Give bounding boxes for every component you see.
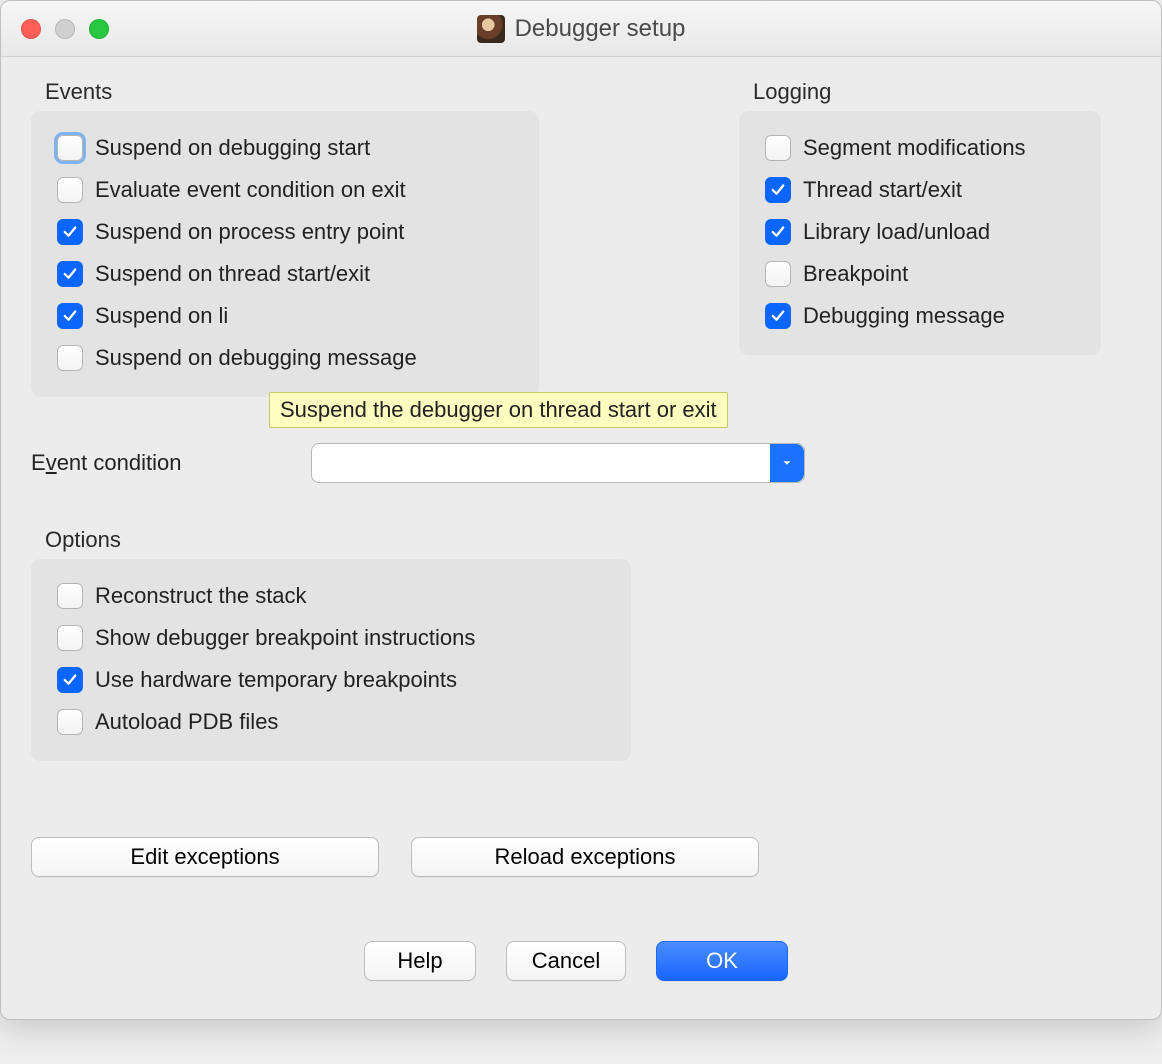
options-checkbox-row[interactable]: Use hardware temporary breakpoints	[57, 667, 605, 693]
logging-checkbox-row[interactable]: Thread start/exit	[765, 177, 1075, 203]
checkbox[interactable]	[57, 709, 83, 735]
event-condition-label: Event condition	[31, 450, 181, 476]
events-checkbox-row[interactable]: Suspend on debugging start	[57, 135, 513, 161]
checkbox[interactable]	[57, 303, 83, 329]
checkbox-label: Suspend on debugging message	[95, 345, 417, 371]
titlebar: Debugger setup	[1, 1, 1161, 57]
dialog-content: Events Suspend on debugging start Evalua…	[1, 57, 1161, 1019]
checkbox[interactable]	[765, 261, 791, 287]
exceptions-buttons-row: Edit exceptions Reload exceptions	[31, 837, 1131, 877]
checkbox[interactable]	[57, 219, 83, 245]
checkbox-label: Suspend on li	[95, 303, 228, 329]
checkbox[interactable]	[57, 261, 83, 287]
ok-button[interactable]: OK	[656, 941, 788, 981]
dialog-button-row: Help Cancel OK	[31, 941, 1121, 981]
options-group-label: Options	[45, 527, 1131, 553]
logging-checkbox-row[interactable]: Library load/unload	[765, 219, 1075, 245]
checkbox-label: Breakpoint	[803, 261, 908, 287]
logging-checkbox-row[interactable]: Segment modifications	[765, 135, 1075, 161]
checkbox-label: Suspend on thread start/exit	[95, 261, 370, 287]
checkbox[interactable]	[57, 345, 83, 371]
options-group: Options Reconstruct the stack Show debug…	[31, 527, 1131, 761]
checkbox[interactable]	[57, 135, 83, 161]
checkbox-label: Use hardware temporary breakpoints	[95, 667, 457, 693]
event-condition-combo[interactable]	[311, 443, 805, 483]
events-group-label: Events	[45, 79, 539, 105]
event-condition-dropdown-button[interactable]	[770, 444, 804, 482]
reload-exceptions-button[interactable]: Reload exceptions	[411, 837, 759, 877]
window-controls	[21, 19, 109, 39]
events-checkbox-row[interactable]: Evaluate event condition on exit	[57, 177, 513, 203]
checkbox[interactable]	[57, 625, 83, 651]
checkbox-label: Segment modifications	[803, 135, 1026, 161]
help-button[interactable]: Help	[364, 941, 476, 981]
checkbox[interactable]	[765, 177, 791, 203]
events-checkbox-row[interactable]: Suspend on debugging message	[57, 345, 513, 371]
minimize-window-button[interactable]	[55, 19, 75, 39]
window-title: Debugger setup	[515, 15, 686, 43]
checkbox-label: Suspend on debugging start	[95, 135, 370, 161]
checkbox[interactable]	[57, 177, 83, 203]
event-condition-row: Event condition	[31, 443, 1131, 483]
app-icon	[477, 15, 505, 43]
event-condition-input[interactable]	[312, 444, 770, 482]
cancel-button[interactable]: Cancel	[506, 941, 626, 981]
zoom-window-button[interactable]	[89, 19, 109, 39]
events-group: Events Suspend on debugging start Evalua…	[31, 79, 539, 397]
checkbox[interactable]	[57, 667, 83, 693]
options-checkbox-row[interactable]: Show debugger breakpoint instructions	[57, 625, 605, 651]
options-checkbox-row[interactable]: Reconstruct the stack	[57, 583, 605, 609]
logging-group: Logging Segment modifications Thread sta…	[739, 79, 1101, 355]
tooltip: Suspend the debugger on thread start or …	[269, 392, 728, 428]
checkbox-label: Show debugger breakpoint instructions	[95, 625, 475, 651]
close-window-button[interactable]	[21, 19, 41, 39]
options-checkbox-row[interactable]: Autoload PDB files	[57, 709, 605, 735]
logging-panel: Segment modifications Thread start/exit …	[739, 111, 1101, 355]
logging-group-label: Logging	[753, 79, 1101, 105]
checkbox-label: Debugging message	[803, 303, 1005, 329]
checkbox-label: Reconstruct the stack	[95, 583, 307, 609]
checkbox-label: Thread start/exit	[803, 177, 962, 203]
logging-checkbox-row[interactable]: Debugging message	[765, 303, 1075, 329]
events-checkbox-row[interactable]: Suspend on li	[57, 303, 513, 329]
events-checkbox-row[interactable]: Suspend on process entry point	[57, 219, 513, 245]
events-panel: Suspend on debugging start Evaluate even…	[31, 111, 539, 397]
checkbox-label: Evaluate event condition on exit	[95, 177, 406, 203]
checkbox[interactable]	[765, 135, 791, 161]
checkbox-label: Suspend on process entry point	[95, 219, 404, 245]
chevron-down-icon	[780, 456, 794, 470]
checkbox-label: Library load/unload	[803, 219, 990, 245]
logging-checkbox-row[interactable]: Breakpoint	[765, 261, 1075, 287]
edit-exceptions-button[interactable]: Edit exceptions	[31, 837, 379, 877]
options-panel: Reconstruct the stack Show debugger brea…	[31, 559, 631, 761]
checkbox-label: Autoload PDB files	[95, 709, 278, 735]
window: Debugger setup Events Suspend on debuggi…	[0, 0, 1162, 1020]
checkbox[interactable]	[765, 303, 791, 329]
events-checkbox-row[interactable]: Suspend on thread start/exit	[57, 261, 513, 287]
checkbox[interactable]	[765, 219, 791, 245]
checkbox[interactable]	[57, 583, 83, 609]
